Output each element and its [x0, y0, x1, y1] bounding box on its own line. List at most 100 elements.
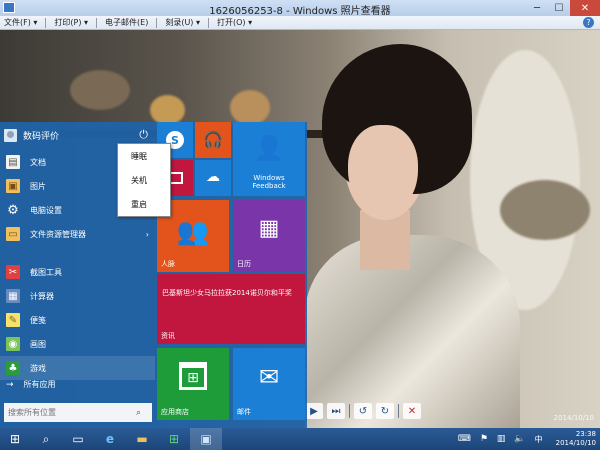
feedback-person-icon: 👤	[254, 134, 284, 162]
tile-onedrive[interactable]: ☁	[195, 160, 231, 196]
bokeh-blob	[150, 95, 185, 125]
start-item-games[interactable]: ♣ 游戏	[0, 356, 155, 380]
tile-label: 资讯	[161, 332, 175, 340]
photo-scarf	[305, 235, 520, 428]
rotate-left-icon[interactable]: ↺	[354, 403, 372, 419]
control-separator	[398, 404, 399, 418]
tile-news[interactable]: 巴基斯坦少女马拉拉获2014诺贝尔和平奖 资讯	[157, 274, 305, 344]
menu-bar: 文件(F) ▾ 打印(P) ▾ 电子邮件(E) 刻录(U) ▾ 打开(O) ▾ …	[0, 16, 600, 30]
tile-store[interactable]: ⊞ 应用商店	[157, 348, 229, 420]
store-bag-icon: ⊞	[179, 362, 207, 390]
avatar	[4, 128, 17, 142]
start-search-box[interactable]: ⌕	[4, 403, 152, 422]
menu-separator	[45, 17, 47, 28]
viewer-controls: ▶ ⏭ ↺ ↻ ✕	[305, 401, 421, 421]
start-item-calculator[interactable]: ▦ 计算器	[0, 284, 155, 308]
minimize-icon[interactable]: ─	[526, 0, 548, 16]
start-item-label: 图片	[30, 181, 46, 191]
all-apps-label: 所有应用	[23, 380, 56, 389]
clock[interactable]: 23:38 2014/10/10	[556, 430, 596, 448]
rotate-right-icon[interactable]: ↻	[376, 403, 394, 419]
search-icon[interactable]: ⌕	[30, 428, 62, 450]
bokeh-blob	[230, 90, 270, 125]
power-flyout-menu: 睡眠 关机 重启	[117, 143, 171, 217]
calculator-icon: ▦	[6, 289, 20, 303]
start-item-label: 游戏	[30, 363, 46, 373]
menu-print[interactable]: 打印(P) ▾	[54, 17, 88, 28]
taskbar: ⊞ ⌕ ▭ e ▬ ⊞ ▣ ⌨ ⚑ ▥ 🔈 中 23:38 2014/10/10	[0, 428, 600, 450]
start-item-sticky-notes[interactable]: ✎ 便笺	[0, 308, 155, 332]
games-icon: ♣	[6, 361, 20, 375]
power-option-restart[interactable]: 重启	[118, 192, 170, 216]
tile-windows-feedback[interactable]: 👤 Windows Feedback	[233, 122, 305, 196]
tile-label: 应用商店	[161, 408, 189, 416]
menu-separator	[96, 17, 98, 28]
next-icon[interactable]: ⏭	[327, 403, 345, 419]
tile-music[interactable]: 🎧	[195, 122, 231, 158]
control-separator	[349, 404, 350, 418]
store-icon[interactable]: ⊞	[158, 428, 190, 450]
start-item-label: 电脑设置	[30, 205, 62, 215]
file-explorer-icon[interactable]: ▬	[126, 428, 158, 450]
clock-date: 2014/10/10	[555, 439, 596, 447]
keyboard-icon[interactable]: ⌨	[458, 434, 471, 444]
maximize-icon[interactable]: ☐	[548, 0, 570, 16]
start-item-label: 截图工具	[30, 267, 62, 277]
user-account[interactable]: 数码评价 ⏻	[4, 126, 151, 144]
internet-explorer-icon[interactable]: e	[94, 428, 126, 450]
tile-mail[interactable]: ✉ 邮件	[233, 348, 305, 420]
calendar-icon: ▦	[258, 215, 280, 241]
start-item-label: 文档	[30, 157, 46, 167]
start-item-snipping-tool[interactable]: ✂ 截图工具	[0, 260, 155, 284]
tile-label: 邮件	[237, 408, 251, 416]
start-item-label: 文件资源管理器	[30, 229, 86, 239]
task-view-icon[interactable]: ▭	[62, 428, 94, 450]
clock-time: 23:38	[575, 430, 596, 438]
window-titlebar: 1626056253-8 - Windows 照片查看器 ─ ☐ ✕	[0, 0, 600, 17]
bokeh-blob	[70, 70, 130, 110]
menu-file[interactable]: 文件(F) ▾	[4, 17, 37, 28]
user-name: 数码评价	[23, 131, 60, 142]
menu-open[interactable]: 打开(O) ▾	[217, 17, 252, 28]
windows-start-icon[interactable]: ⊞	[0, 428, 30, 450]
menu-separator	[156, 17, 158, 28]
window-title: 1626056253-8 - Windows 照片查看器	[209, 6, 391, 17]
search-icon[interactable]: ⌕	[136, 408, 141, 418]
news-headline: 巴基斯坦少女马拉拉获2014诺贝尔和平奖	[162, 289, 292, 297]
cloud-icon: ☁	[206, 169, 220, 185]
power-icon[interactable]: ⏻	[139, 128, 148, 142]
tile-label: 人脉	[161, 260, 175, 268]
power-option-shutdown[interactable]: 关机	[118, 168, 170, 192]
menu-separator	[207, 17, 209, 28]
pictures-icon: ▣	[6, 179, 20, 193]
settings-gear-icon: ⚙	[7, 202, 19, 218]
input-method-icon[interactable]: 中	[535, 434, 543, 445]
arrow-right-icon: →	[6, 379, 14, 390]
slideshow-icon[interactable]: ▶	[305, 403, 323, 419]
document-icon: ▤	[6, 155, 20, 169]
volume-icon[interactable]: 🔈	[514, 434, 525, 444]
network-icon[interactable]: ▥	[497, 434, 506, 444]
tile-calendar[interactable]: ▦ 日历	[233, 200, 305, 272]
delete-icon[interactable]: ✕	[403, 403, 421, 419]
file-explorer-icon: ▭	[6, 227, 20, 241]
start-item-file-explorer[interactable]: ▭ 文件资源管理器 ›	[0, 222, 155, 246]
action-center-icon[interactable]: ⚑	[480, 434, 488, 444]
start-item-label: 画图	[30, 339, 46, 349]
tile-label: 日历	[237, 260, 251, 268]
photo-viewer-taskbar-icon[interactable]: ▣	[190, 428, 222, 450]
photo-face-front	[348, 125, 418, 215]
start-item-paint[interactable]: ◉ 画图	[0, 332, 155, 356]
bokeh-blob	[500, 180, 590, 240]
all-apps-button[interactable]: → 所有应用	[6, 379, 56, 390]
close-icon[interactable]: ✕	[570, 0, 600, 16]
power-option-sleep[interactable]: 睡眠	[118, 144, 170, 168]
mail-envelope-icon: ✉	[258, 363, 280, 391]
chevron-right-icon[interactable]: ›	[146, 230, 149, 239]
photo-watermark: 2014/10/10	[553, 414, 594, 422]
menu-email[interactable]: 电子邮件(E)	[105, 17, 148, 28]
menu-burn[interactable]: 刻录(U) ▾	[165, 17, 200, 28]
help-icon[interactable]: ?	[583, 17, 594, 28]
search-input[interactable]	[8, 408, 136, 417]
people-icon: 👥	[176, 217, 210, 247]
